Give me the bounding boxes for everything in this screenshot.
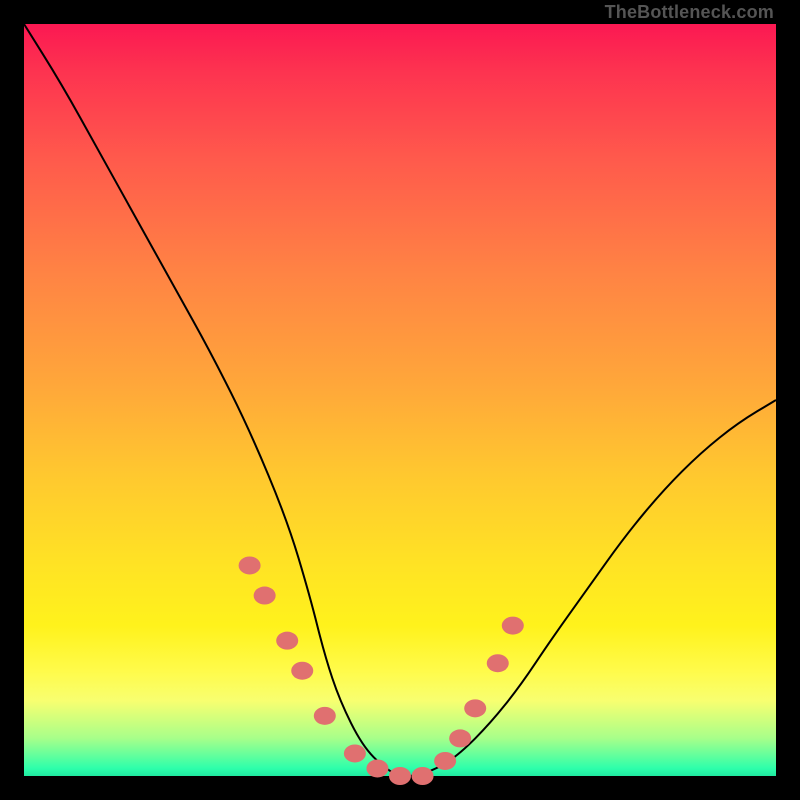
highlight-dot [344,744,366,762]
highlight-dot [389,767,411,785]
highlight-dot [434,752,456,770]
chart-svg [24,24,776,776]
highlight-dot [366,759,388,777]
highlight-dot [254,587,276,605]
attribution-text: TheBottleneck.com [605,2,774,23]
bottleneck-curve-line [24,24,776,776]
highlighted-dots-group [239,556,524,785]
highlight-dot [449,729,471,747]
highlight-dot [291,662,313,680]
plot-area [24,24,776,776]
chart-frame: TheBottleneck.com [0,0,800,800]
highlight-dot [239,556,261,574]
highlight-dot [464,699,486,717]
highlight-dot [487,654,509,672]
highlight-dot [412,767,434,785]
highlight-dot [502,617,524,635]
highlight-dot [276,632,298,650]
highlight-dot [314,707,336,725]
